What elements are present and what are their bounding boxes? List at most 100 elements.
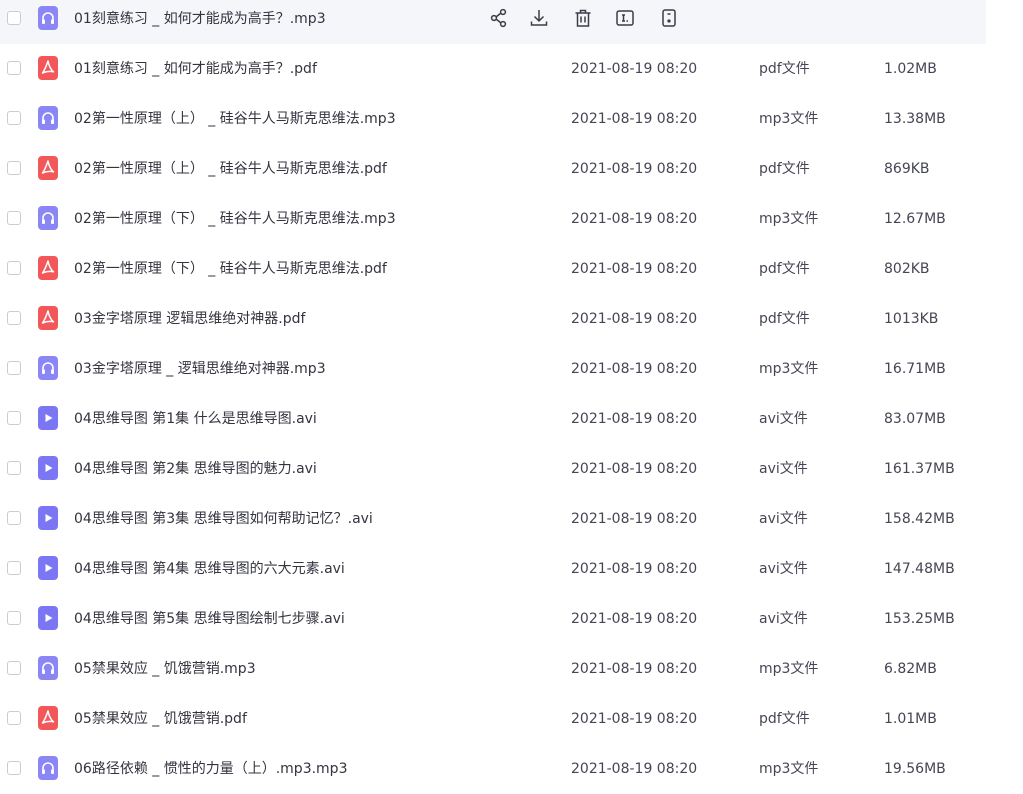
modified-date: 2021-08-19 08:20	[571, 711, 698, 727]
modified-date: 2021-08-19 08:20	[571, 461, 698, 477]
modified-date: 2021-08-19 08:20	[571, 761, 698, 777]
file-name[interactable]: 01刻意练习 _ 如何才能成为高手？.mp3	[74, 10, 326, 28]
video-file-icon	[38, 606, 58, 630]
file-name[interactable]: 01刻意练习 _ 如何才能成为高手？.pdf	[74, 60, 317, 78]
file-size: 12.67MB	[884, 211, 946, 227]
file-size: 1013KB	[884, 311, 939, 327]
video-file-icon	[38, 456, 58, 480]
file-row[interactable]: 02第一性原理（上） _ 硅谷牛人马斯克思维法.mp3 2021-08-19 08…	[0, 94, 986, 144]
file-row[interactable]: 02第一性原理（上） _ 硅谷牛人马斯克思维法.pdf 2021-08-19 08…	[0, 144, 986, 194]
select-checkbox[interactable]	[7, 761, 21, 775]
file-size: 83.07MB	[884, 411, 946, 427]
file-name[interactable]: 04思维导图 第4集 思维导图的六大元素.avi	[74, 560, 345, 578]
video-file-icon	[38, 506, 58, 530]
select-checkbox[interactable]	[7, 661, 21, 675]
modified-date: 2021-08-19 08:20	[571, 611, 698, 627]
pdf-file-icon	[38, 156, 58, 180]
file-type: mp3文件	[759, 361, 819, 377]
audio-file-icon	[38, 6, 58, 30]
file-size: 1.02MB	[884, 61, 937, 77]
select-checkbox[interactable]	[7, 61, 21, 75]
file-size: 6.82MB	[884, 661, 937, 677]
modified-date: 2021-08-19 08:20	[571, 61, 698, 77]
video-file-icon	[38, 406, 58, 430]
file-row[interactable]: 04思维导图 第1集 什么是思维导图.avi 2021-08-19 08:20 av…	[0, 394, 986, 444]
file-row[interactable]: 04思维导图 第5集 思维导图绘制七步骤.avi 2021-08-19 08:20…	[0, 594, 986, 644]
select-checkbox[interactable]	[7, 461, 21, 475]
file-name[interactable]: 04思维导图 第5集 思维导图绘制七步骤.avi	[74, 610, 345, 628]
rename-icon[interactable]	[614, 7, 636, 29]
modified-date: 2021-08-19 08:20	[571, 111, 698, 127]
audio-file-icon	[38, 356, 58, 380]
audio-file-icon	[38, 206, 58, 230]
audio-file-icon	[38, 656, 58, 680]
file-row[interactable]: 01刻意练习 _ 如何才能成为高手？.mp3	[0, 0, 986, 44]
select-checkbox[interactable]	[7, 411, 21, 425]
file-row[interactable]: 03金字塔原理 逻辑思维绝对神器.pdf 2021-08-19 08:20 pdf文…	[0, 294, 986, 344]
select-checkbox[interactable]	[7, 311, 21, 325]
file-type: avi文件	[759, 511, 808, 527]
file-row[interactable]: 04思维导图 第4集 思维导图的六大元素.avi 2021-08-19 08:20…	[0, 544, 986, 594]
modified-date: 2021-08-19 08:20	[571, 661, 698, 677]
file-size: 158.42MB	[884, 511, 955, 527]
file-name[interactable]: 05禁果效应 _ 饥饿营销.pdf	[74, 710, 247, 728]
modified-date: 2021-08-19 08:20	[571, 511, 698, 527]
audio-file-icon	[38, 106, 58, 130]
file-name[interactable]: 02第一性原理（上） _ 硅谷牛人马斯克思维法.pdf	[74, 160, 387, 178]
select-checkbox[interactable]	[7, 11, 21, 25]
select-checkbox[interactable]	[7, 111, 21, 125]
select-checkbox[interactable]	[7, 561, 21, 575]
modified-date: 2021-08-19 08:20	[571, 561, 698, 577]
file-row[interactable]: 02第一性原理（下） _ 硅谷牛人马斯克思维法.mp3 2021-08-19 08…	[0, 194, 986, 244]
pdf-file-icon	[38, 306, 58, 330]
file-name[interactable]: 04思维导图 第2集 思维导图的魅力.avi	[74, 460, 317, 478]
file-name[interactable]: 02第一性原理（下） _ 硅谷牛人马斯克思维法.mp3	[74, 210, 396, 228]
video-file-icon	[38, 556, 58, 580]
download-icon[interactable]	[528, 7, 550, 29]
select-checkbox[interactable]	[7, 511, 21, 525]
file-row[interactable]: 03金字塔原理 _ 逻辑思维绝对神器.mp3 2021-08-19 08:20 mp…	[0, 344, 986, 394]
file-name[interactable]: 03金字塔原理 _ 逻辑思维绝对神器.mp3	[74, 360, 326, 378]
select-checkbox[interactable]	[7, 361, 21, 375]
file-row[interactable]: 04思维导图 第3集 思维导图如何帮助记忆？.avi 2021-08-19 08:…	[0, 494, 986, 544]
share-icon[interactable]	[488, 7, 510, 29]
modified-date: 2021-08-19 08:20	[571, 261, 698, 277]
file-type: mp3文件	[759, 211, 819, 227]
file-name[interactable]: 03金字塔原理 逻辑思维绝对神器.pdf	[74, 310, 305, 328]
file-size: 16.71MB	[884, 361, 946, 377]
file-size: 161.37MB	[884, 461, 955, 477]
modified-date: 2021-08-19 08:20	[571, 161, 698, 177]
file-type: mp3文件	[759, 761, 819, 777]
file-name[interactable]: 04思维导图 第1集 什么是思维导图.avi	[74, 410, 317, 428]
file-type: pdf文件	[759, 711, 810, 727]
modified-date: 2021-08-19 08:20	[571, 211, 698, 227]
file-name[interactable]: 06路径依赖 _ 惯性的力量（上）.mp3.mp3	[74, 760, 347, 778]
file-row[interactable]: 06路径依赖 _ 惯性的力量（上）.mp3.mp3 2021-08-19 08:2…	[0, 744, 986, 794]
file-size: 19.56MB	[884, 761, 946, 777]
file-name[interactable]: 02第一性原理（下） _ 硅谷牛人马斯克思维法.pdf	[74, 260, 387, 278]
pdf-file-icon	[38, 256, 58, 280]
file-type: avi文件	[759, 461, 808, 477]
file-name[interactable]: 05禁果效应 _ 饥饿营销.mp3	[74, 660, 256, 678]
file-row[interactable]: 01刻意练习 _ 如何才能成为高手？.pdf 2021-08-19 08:20 pd…	[0, 44, 986, 94]
file-type: pdf文件	[759, 261, 810, 277]
file-row[interactable]: 02第一性原理（下） _ 硅谷牛人马斯克思维法.pdf 2021-08-19 08…	[0, 244, 986, 294]
file-row[interactable]: 05禁果效应 _ 饥饿营销.pdf 2021-08-19 08:20 pdf文件 1.…	[0, 694, 986, 744]
select-checkbox[interactable]	[7, 261, 21, 275]
file-size: 13.38MB	[884, 111, 946, 127]
more-icon[interactable]	[658, 7, 680, 29]
delete-icon[interactable]	[572, 7, 594, 29]
file-name[interactable]: 02第一性原理（上） _ 硅谷牛人马斯克思维法.mp3	[74, 110, 396, 128]
file-row[interactable]: 05禁果效应 _ 饥饿营销.mp3 2021-08-19 08:20 mp3文件 6.…	[0, 644, 986, 694]
file-type: avi文件	[759, 411, 808, 427]
file-size: 869KB	[884, 161, 930, 177]
file-type: avi文件	[759, 561, 808, 577]
select-checkbox[interactable]	[7, 711, 21, 725]
file-row[interactable]: 04思维导图 第2集 思维导图的魅力.avi 2021-08-19 08:20 av…	[0, 444, 986, 494]
file-name[interactable]: 04思维导图 第3集 思维导图如何帮助记忆？.avi	[74, 510, 373, 528]
select-checkbox[interactable]	[7, 611, 21, 625]
file-type: mp3文件	[759, 661, 819, 677]
select-checkbox[interactable]	[7, 161, 21, 175]
select-checkbox[interactable]	[7, 211, 21, 225]
pdf-file-icon	[38, 56, 58, 80]
